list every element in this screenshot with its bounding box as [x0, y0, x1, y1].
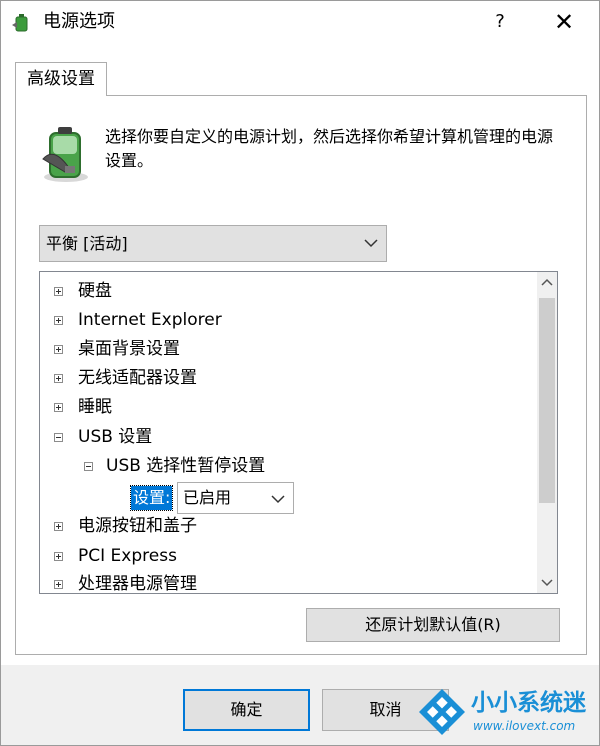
- tab-advanced-settings[interactable]: 高级设置: [15, 62, 107, 96]
- expand-icon[interactable]: [54, 374, 63, 383]
- tree-item-label: PCI Express: [78, 546, 177, 566]
- tree-item-pci-express[interactable]: PCI Express: [54, 542, 534, 570]
- scroll-up-icon[interactable]: [537, 272, 557, 292]
- tree-item-label: 硬盘: [78, 281, 112, 301]
- setting-label[interactable]: 设置:: [129, 485, 174, 511]
- power-plan-value: 平衡 [活动]: [46, 234, 128, 253]
- expand-icon[interactable]: [54, 316, 63, 325]
- expand-icon[interactable]: [54, 345, 63, 354]
- ok-button[interactable]: 确定: [183, 689, 310, 731]
- battery-icon: [42, 127, 88, 182]
- collapse-icon[interactable]: [54, 433, 63, 442]
- settings-tree[interactable]: 硬盘 Internet Explorer 桌面背景设置 无线适配器设置 睡眠 U…: [39, 271, 558, 594]
- description-text: 选择你要自定义的电源计划，然后选择你希望计算机管理的电源设置。: [105, 127, 554, 170]
- tree-item-desktop-background[interactable]: 桌面背景设置: [54, 335, 534, 363]
- tree-item-label: 电源按钮和盖子: [78, 516, 197, 536]
- tree-item-label: 无线适配器设置: [78, 368, 197, 388]
- scroll-down-icon[interactable]: [537, 573, 557, 593]
- expand-icon[interactable]: [54, 522, 63, 531]
- window-title: 电源选项: [43, 11, 115, 32]
- tree-item-label: USB 设置: [78, 427, 153, 447]
- tree-item-label: 睡眠: [78, 397, 112, 417]
- collapse-icon[interactable]: [84, 462, 93, 471]
- tree-item-wireless-adapter[interactable]: 无线适配器设置: [54, 364, 534, 392]
- power-plan-select[interactable]: 平衡 [活动]: [39, 225, 387, 262]
- help-button[interactable]: ?: [483, 5, 517, 39]
- power-options-dialog: 电源选项 ? ✕ 高级设置 选择你要自定义的电源计划，然后选择你希望计算机管理的…: [0, 0, 600, 746]
- power-options-icon: [12, 14, 28, 32]
- expand-icon[interactable]: [54, 580, 63, 589]
- tree-item-label: 桌面背景设置: [78, 339, 180, 359]
- watermark-logo-icon: [419, 689, 465, 735]
- tree-item-usb-settings[interactable]: USB 设置: [54, 423, 534, 451]
- tree-item-label: 处理器电源管理: [78, 574, 197, 594]
- expand-icon[interactable]: [54, 403, 63, 412]
- watermark-url: www.ilovext.com: [473, 719, 576, 733]
- tree-item-label: Internet Explorer: [78, 310, 222, 330]
- close-button[interactable]: ✕: [547, 5, 581, 39]
- title-bar[interactable]: 电源选项 ? ✕: [1, 1, 599, 43]
- chevron-down-icon: [364, 239, 378, 248]
- tree-item-processor-power[interactable]: 处理器电源管理: [54, 570, 534, 594]
- tree-item-usb-selective-suspend[interactable]: USB 选择性暂停设置: [84, 452, 524, 480]
- tree-item-power-buttons-lid[interactable]: 电源按钮和盖子: [54, 512, 534, 540]
- restore-defaults-button[interactable]: 还原计划默认值(R): [306, 608, 560, 642]
- setting-value: 已启用: [183, 488, 232, 507]
- tree-item-internet-explorer[interactable]: Internet Explorer: [54, 306, 534, 334]
- tree-item-hard-disk[interactable]: 硬盘: [54, 277, 534, 305]
- expand-icon[interactable]: [54, 552, 63, 561]
- expand-icon[interactable]: [54, 287, 63, 296]
- tree-item-sleep[interactable]: 睡眠: [54, 393, 534, 421]
- chevron-down-icon: [271, 495, 285, 504]
- setting-value-select[interactable]: 已启用: [177, 482, 294, 514]
- watermark: 小小系统迷 www.ilovext.com: [415, 683, 595, 743]
- scroll-thumb[interactable]: [539, 298, 555, 503]
- tree-scrollbar[interactable]: [537, 272, 557, 593]
- tree-item-label: USB 选择性暂停设置: [106, 456, 266, 476]
- watermark-title: 小小系统迷: [471, 690, 586, 716]
